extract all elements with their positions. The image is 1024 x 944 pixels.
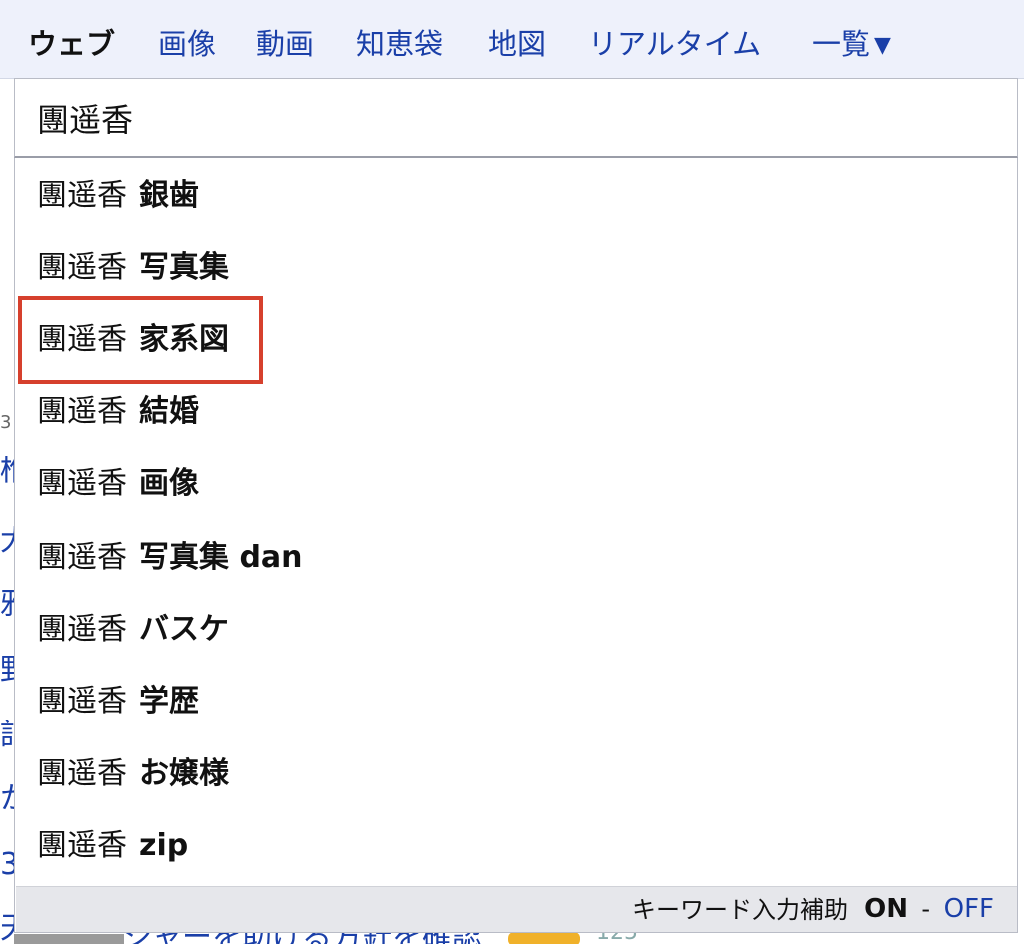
caret-down-icon: ▼ [874, 33, 891, 58]
suggestion-text: 團遥香 結婚 [37, 390, 199, 434]
tab-realtime[interactable]: リアルタイム [588, 22, 761, 66]
search-input[interactable] [37, 93, 977, 143]
background-link-char: 雅 [0, 590, 14, 620]
suggestion-completion: お嬢様 [139, 756, 229, 791]
suggestion-item[interactable]: 團遥香 写真集 [15, 232, 1017, 304]
suggestion-text: 團遥香 写真集 dan [37, 536, 303, 580]
search-vertical-tabs: ウェブ 画像 動画 知恵袋 地図 リアルタイム 一覧 ▼ [0, 0, 1024, 79]
tab-more[interactable]: 一覧 ▼ [812, 22, 891, 68]
suggestion-completion: 写真集 dan [139, 540, 303, 575]
suggestion-text: 團遥香 銀歯 [37, 174, 199, 218]
tab-chiebukuro[interactable]: 知恵袋 [356, 22, 443, 66]
suggestion-completion: 結婚 [139, 394, 199, 429]
suggestion-item[interactable]: 團遥香 家系図 [15, 304, 1017, 376]
suggestion-completion: zip [139, 828, 189, 863]
suggestion-completion: 銀歯 [139, 178, 199, 213]
suggestion-query: 團遥香 [37, 322, 127, 357]
suggestion-completion: バスケ [139, 612, 229, 647]
tab-web[interactable]: ウェブ [28, 22, 115, 66]
suggestion-query: 團遥香 [37, 394, 127, 429]
background-char: 3 [0, 412, 12, 433]
suggestion-text: 團遥香 zip [37, 824, 188, 868]
suggestion-item[interactable]: 團遥香 バスケ [15, 594, 1017, 666]
suggestion-item[interactable]: 團遥香 zip [15, 810, 1017, 882]
tab-images[interactable]: 画像 [158, 22, 216, 66]
keyword-assist-bar: キーワード入力補助 ON - OFF [16, 886, 1017, 932]
tab-more-label: 一覧 [812, 27, 871, 61]
suggestion-text: 團遥香 バスケ [37, 608, 229, 652]
background-link-char: 椎 [0, 456, 14, 486]
suggestion-completion: 学歴 [139, 684, 199, 719]
suggestion-dropdown: 團遥香 銀歯 團遥香 写真集 團遥香 家系図 團遥香 結婚 團遥香 画像 團遥香 写真集 d… [14, 158, 1018, 933]
suggestion-item[interactable]: 團遥香 写真集 dan [15, 522, 1017, 594]
suggestion-completion: 家系図 [139, 322, 229, 357]
suggestion-item[interactable]: 團遥香 結婚 [15, 376, 1017, 448]
background-results-fragment: 3 椎 大 雅 野 記 か 3 天 [0, 380, 14, 944]
suggestion-query: 團遥香 [37, 540, 127, 575]
suggestion-query: 團遥香 [37, 250, 127, 285]
background-link-char: か [0, 784, 14, 814]
suggestion-completion: 画像 [139, 466, 199, 501]
suggestion-query: 團遥香 [37, 178, 127, 213]
tab-videos[interactable]: 動画 [256, 22, 314, 66]
suggestion-query: 團遥香 [37, 466, 127, 501]
keyword-assist-label: キーワード入力補助 [632, 896, 848, 924]
suggestion-item[interactable]: 團遥香 銀歯 [15, 160, 1017, 232]
keyword-assist-off-link[interactable]: OFF [944, 893, 994, 925]
suggestion-text: 團遥香 お嬢様 [37, 752, 229, 796]
suggestion-text: 團遥香 写真集 [37, 246, 229, 290]
suggestion-text: 團遥香 学歴 [37, 680, 199, 724]
suggestion-item[interactable]: 團遥香 お嬢様 [15, 738, 1017, 810]
tab-map[interactable]: 地図 [488, 22, 546, 66]
keyword-assist-separator: - [921, 895, 930, 923]
background-link-char: 3 [0, 850, 14, 880]
search-box [14, 78, 1018, 158]
background-link-char: 大 [0, 526, 14, 556]
background-thumbnail [14, 934, 124, 944]
suggestion-item[interactable]: 團遥香 学歴 [15, 666, 1017, 738]
new-badge [508, 932, 580, 944]
suggestion-completion: 写真集 [139, 250, 229, 285]
suggestion-item[interactable]: 團遥香 画像 [15, 448, 1017, 520]
suggestion-query: 團遥香 [37, 684, 127, 719]
suggestion-query: 團遥香 [37, 612, 127, 647]
keyword-assist-on: ON [864, 894, 908, 924]
suggestion-query: 團遥香 [37, 756, 127, 791]
suggestion-text: 團遥香 家系図 [37, 318, 229, 362]
suggestion-text: 團遥香 画像 [37, 462, 199, 506]
background-link-char: 記 [0, 720, 14, 750]
suggestion-query: 團遥香 [37, 828, 127, 863]
background-link-char: 野 [0, 656, 14, 686]
